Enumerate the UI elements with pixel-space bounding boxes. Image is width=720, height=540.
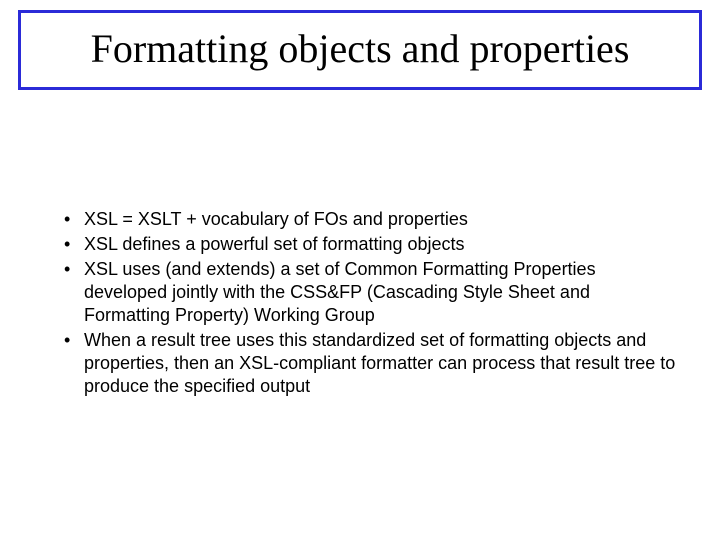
slide-body: XSL = XSLT + vocabulary of FOs and prope… bbox=[60, 208, 680, 400]
list-item: XSL = XSLT + vocabulary of FOs and prope… bbox=[60, 208, 680, 231]
slide: Formatting objects and properties XSL = … bbox=[0, 0, 720, 540]
list-item: XSL defines a powerful set of formatting… bbox=[60, 233, 680, 256]
slide-title: Formatting objects and properties bbox=[33, 27, 687, 71]
list-item: XSL uses (and extends) a set of Common F… bbox=[60, 258, 680, 327]
title-box: Formatting objects and properties bbox=[18, 10, 702, 90]
list-item: When a result tree uses this standardize… bbox=[60, 329, 680, 398]
bullet-list: XSL = XSLT + vocabulary of FOs and prope… bbox=[60, 208, 680, 398]
